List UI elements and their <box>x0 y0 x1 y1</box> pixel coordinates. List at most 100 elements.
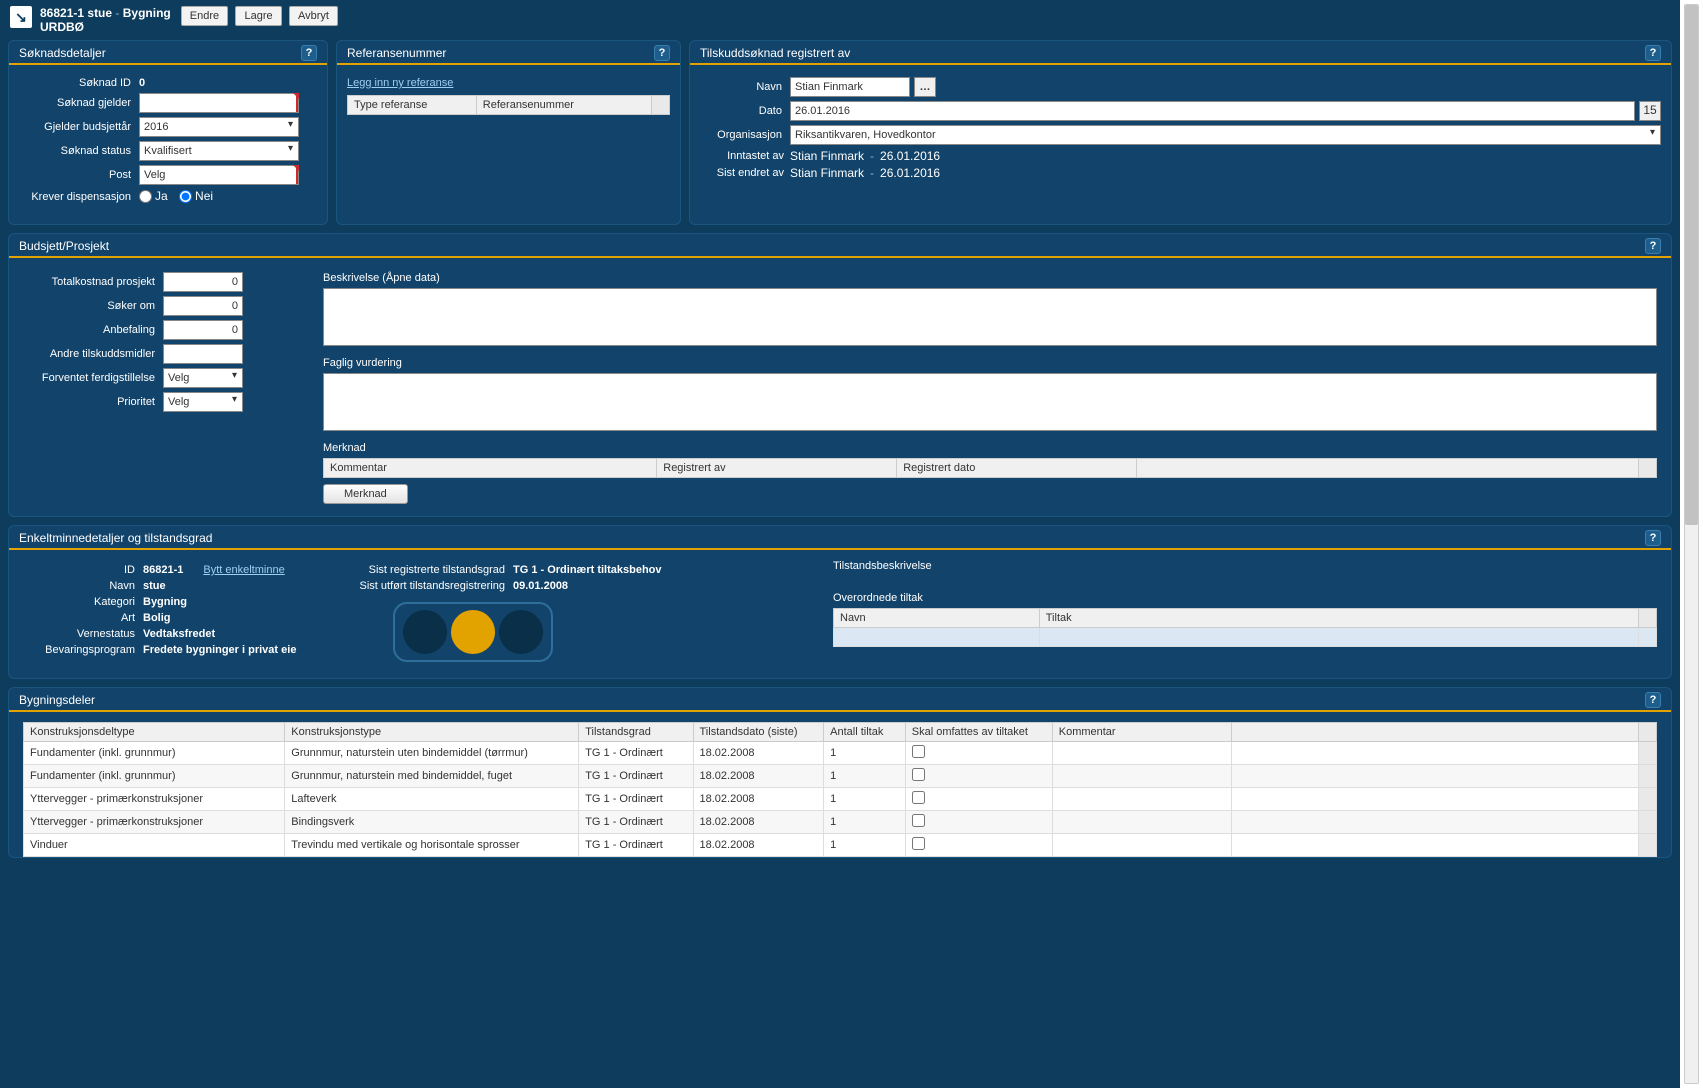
panel-budget: Budsjett/Prosjekt ? Totalkostnad prosjek… <box>8 233 1672 517</box>
app-icon: ↘ <box>10 6 32 28</box>
label-prioritet: Prioritet <box>23 396 163 408</box>
traffic-light-green <box>403 610 447 654</box>
checkbox-omfattes[interactable] <box>912 745 925 758</box>
table-row[interactable] <box>834 628 1657 647</box>
grid-scroll-gutter <box>652 96 670 115</box>
checkbox-omfattes[interactable] <box>912 791 925 804</box>
scrollbar-thumb[interactable] <box>1685 5 1698 525</box>
input-andre[interactable] <box>163 344 243 364</box>
label-soker-om: Søker om <box>23 300 163 312</box>
col-1: Konstruksjonstype <box>285 723 579 742</box>
label-beskrivelse: Beskrivelse (Åpne data) <box>323 272 1657 284</box>
help-icon[interactable]: ? <box>301 45 317 61</box>
edit-button[interactable]: Endre <box>181 6 228 26</box>
label-ferdig: Forventet ferdigstillelse <box>23 372 163 384</box>
panel-title: Søknadsdetaljer <box>19 46 106 60</box>
page-header: ↘ 86821-1 stue - Bygning URDBØ Endre Lag… <box>0 0 1680 40</box>
grid-scroll-gutter <box>1639 723 1657 742</box>
label-e-art: Art <box>23 612 143 624</box>
label-overordnede: Overordnede tiltak <box>833 592 1657 604</box>
input-dato[interactable] <box>790 101 1635 121</box>
value-sistutf: 09.01.2008 <box>513 580 568 592</box>
panel-title: Bygningsdeler <box>19 693 95 707</box>
cancel-button[interactable]: Avbryt <box>289 6 338 26</box>
input-soknad-gjelder[interactable] <box>139 93 299 113</box>
link-bytt-enkeltminne[interactable]: Bytt enkeltminne <box>203 564 284 576</box>
textarea-faglig[interactable] <box>323 373 1657 431</box>
label-dispensasjon: Krever dispensasjon <box>19 191 139 203</box>
table-row[interactable]: Yttervegger - primærkonstruksjonerLaftev… <box>24 788 1657 811</box>
header-sub: URDBØ <box>40 20 171 34</box>
table-row[interactable]: VinduerTrevindu med vertikale og horison… <box>24 834 1657 857</box>
value-sistendret-dato: 26.01.2016 <box>880 166 940 180</box>
label-faglig: Faglig vurdering <box>323 357 1657 369</box>
label-total: Totalkostnad prosjekt <box>23 276 163 288</box>
label-sistendret: Sist endret av <box>700 167 790 179</box>
panel-enkeltminne: Enkeltminnedetaljer og tilstandsgrad ? I… <box>8 525 1672 679</box>
save-button[interactable]: Lagre <box>235 6 281 26</box>
col-2: Tilstandsgrad <box>579 723 693 742</box>
table-row[interactable]: Fundamenter (inkl. grunnmur)Grunnmur, na… <box>24 765 1657 788</box>
label-e-id: ID <box>23 564 143 576</box>
value-inntastet-navn: Stian Finmark <box>790 149 864 163</box>
col-4: Antall tiltak <box>824 723 906 742</box>
label-merknad: Merknad <box>323 442 1657 454</box>
label-soknad-gjelder: Søknad gjelder <box>19 97 139 109</box>
checkbox-omfattes[interactable] <box>912 814 925 827</box>
col-0: Konstruksjonsdeltype <box>24 723 285 742</box>
select-ferdig[interactable]: Velg <box>163 368 243 388</box>
input-total[interactable] <box>163 272 243 292</box>
traffic-light <box>393 602 553 662</box>
page-scrollbar[interactable] <box>1680 0 1703 1088</box>
radio-ja[interactable] <box>139 190 152 203</box>
help-icon[interactable]: ? <box>1645 692 1661 708</box>
label-inntastet: Inntastet av <box>700 150 790 162</box>
help-icon[interactable]: ? <box>1645 530 1661 546</box>
table-row[interactable]: Yttervegger - primærkonstruksjonerBindin… <box>24 811 1657 834</box>
select-budsjettaar[interactable]: 2016 <box>139 117 299 137</box>
input-navn[interactable] <box>790 77 910 97</box>
link-add-reference[interactable]: Legg inn ny referanse <box>347 77 453 89</box>
label-e-navn: Navn <box>23 580 143 592</box>
radio-ja-label[interactable]: Ja <box>139 189 168 203</box>
select-post[interactable]: Velg <box>139 165 299 185</box>
label-sistutf: Sist utført tilstandsregistrering <box>333 580 513 592</box>
calendar-button[interactable]: 15 <box>1639 101 1661 121</box>
col-3: Tilstandsdato (siste) <box>693 723 824 742</box>
table-row[interactable]: Fundamenter (inkl. grunnmur)Grunnmur, na… <box>24 742 1657 765</box>
panel-title: Budsjett/Prosjekt <box>19 239 109 253</box>
checkbox-omfattes[interactable] <box>912 768 925 781</box>
input-anbefaling[interactable] <box>163 320 243 340</box>
header-id: 86821-1 <box>40 6 84 20</box>
header-category: Bygning <box>123 6 171 20</box>
value-soknad-id: 0 <box>139 77 145 89</box>
value-e-navn: stue <box>143 580 166 592</box>
label-e-bev: Bevaringsprogram <box>23 644 143 656</box>
lookup-navn-button[interactable]: … <box>914 77 936 97</box>
checkbox-omfattes[interactable] <box>912 837 925 850</box>
value-e-kategori: Bygning <box>143 596 187 608</box>
panel-title: Tilskuddsøknad registrert av <box>700 46 850 60</box>
radio-nei-label[interactable]: Nei <box>179 189 213 203</box>
value-e-id: 86821-1 <box>143 564 183 576</box>
select-org[interactable]: Riksantikvaren, Hovedkontor <box>790 125 1661 145</box>
col-over-tiltak: Tiltak <box>1039 609 1638 628</box>
textarea-beskrivelse[interactable] <box>323 288 1657 346</box>
panel-application-details: Søknadsdetaljer ? Søknad ID 0 Søknad gje… <box>8 40 328 225</box>
label-status: Søknad status <box>19 145 139 157</box>
value-sistreg: TG 1 - Ordinært tiltaksbehov <box>513 564 662 576</box>
select-prioritet[interactable]: Velg <box>163 392 243 412</box>
help-icon[interactable]: ? <box>654 45 670 61</box>
merknad-button[interactable]: Merknad <box>323 484 408 504</box>
label-post: Post <box>19 169 139 181</box>
label-budsjettaar: Gjelder budsjettår <box>19 121 139 133</box>
col-type: Type referanse <box>348 96 477 115</box>
col-spacer <box>1232 723 1639 742</box>
select-status[interactable]: Kvalifisert <box>139 141 299 161</box>
panel-registered-by: Tilskuddsøknad registrert av ? Navn … Da… <box>689 40 1672 225</box>
help-icon[interactable]: ? <box>1645 238 1661 254</box>
radio-nei[interactable] <box>179 190 192 203</box>
help-icon[interactable]: ? <box>1645 45 1661 61</box>
col-6: Kommentar <box>1052 723 1232 742</box>
input-soker-om[interactable] <box>163 296 243 316</box>
